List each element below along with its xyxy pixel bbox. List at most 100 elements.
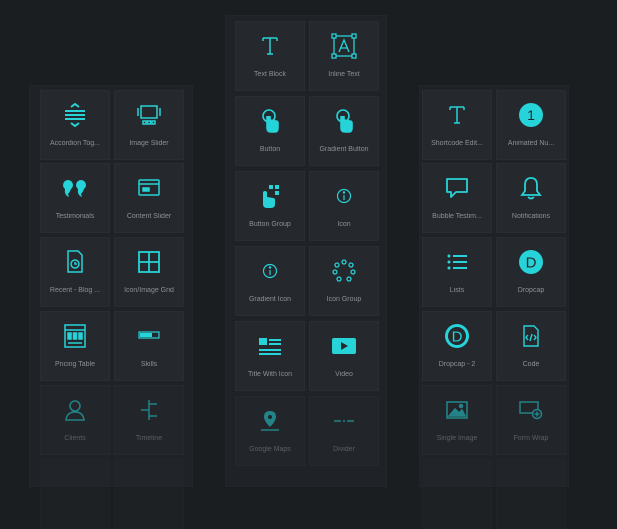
dropcap-icon: D [496,247,566,277]
dropcap-glyph: D [526,255,537,272]
image-icon [422,395,492,425]
blog-post-icon [40,247,110,277]
widget-accordion-toggle[interactable]: Accordion Tog... [40,90,110,160]
widget-label: Bubble Testim... [432,213,482,220]
widget-animated-number[interactable]: 1 Animated Nu... [496,90,566,160]
content-slider-icon [114,173,184,203]
widget-title-with-icon[interactable]: Title With Icon [235,321,305,391]
widget-partial[interactable] [114,459,184,529]
widget-label: Content Slider [126,213,172,220]
widget-dropcap[interactable]: D Dropcap [496,237,566,307]
widget-label: Lists [449,287,465,294]
widget-content-slider[interactable]: Content Slider [114,163,184,233]
image-slider-icon [114,100,184,130]
widget-skills[interactable]: Skills [114,311,184,381]
widget-icon-image-grid[interactable]: Icon/Image Grid [114,237,184,307]
timeline-icon [114,395,184,425]
button-group-icon [235,181,305,211]
form-icon [496,395,566,425]
accordion-icon [40,100,110,130]
chat-bubble-icon [422,173,492,203]
widget-image-slider[interactable]: Image Slider [114,90,184,160]
pointer-icon [235,106,305,136]
widget-google-maps[interactable]: Google Maps [235,396,305,466]
widget-code[interactable]: Code [496,311,566,381]
widget-label: Icon/Image Grid [124,287,174,294]
pricing-table-icon [40,321,110,351]
widget-timeline[interactable]: Timeline [114,385,184,455]
widget-label: Title With Icon [247,371,293,378]
info-icon [309,181,379,211]
skills-icon [114,321,184,351]
widget-button-group[interactable]: Button Group [235,171,305,241]
widget-notifications[interactable]: Notifications [496,163,566,233]
inline-text-icon [309,31,379,61]
widget-label: Animated Nu... [507,140,555,147]
widget-label: Form Wrap [513,435,549,442]
clients-icon [40,395,110,425]
widget-label: Dropcap - 2 [438,361,476,368]
widget-video[interactable]: Video [309,321,379,391]
widget-label: Video [335,371,353,378]
widget-label: Gradient Icon [248,296,292,303]
widget-label: Testimonials [55,213,95,220]
animated-number-icon: 1 [496,100,566,130]
video-play-icon [309,331,379,361]
widget-icon[interactable]: Icon [309,171,379,241]
dropcap-outline-icon: D [422,321,492,351]
bell-icon [496,173,566,203]
widget-label: Google Maps [249,446,291,453]
widget-label: Inline Text [328,71,360,78]
widget-bubble-testimonials[interactable]: Bubble Testim... [422,163,492,233]
widget-text-block[interactable]: Text Block [235,21,305,91]
widget-gradient-icon[interactable]: Gradient Icon [235,246,305,316]
widget-label: Text Block [254,71,286,78]
widget-label: Notifications [511,213,551,220]
animated-number-glyph: 1 [527,107,535,123]
widget-label: Timeline [135,435,163,442]
dropcap-2-glyph: D [452,329,463,346]
widget-label: Recent - Blog ... [49,287,101,294]
widget-divider[interactable]: Divider [309,396,379,466]
widget-testimonials[interactable]: Testimonials [40,163,110,233]
info-icon [235,256,305,286]
widget-dropcap-2[interactable]: D Dropcap - 2 [422,311,492,381]
widget-shortcode-editor[interactable]: Shortcode Edit... [422,90,492,160]
widget-inline-text[interactable]: Inline Text [309,21,379,91]
widget-label: Button Group [249,221,291,228]
widget-label: Icon Group [326,296,362,303]
widget-label: Single Image [436,435,478,442]
divider-icon [309,406,379,436]
widget-icon-group[interactable]: Icon Group [309,246,379,316]
widget-gradient-button[interactable]: Gradient Button [309,96,379,166]
grid-icon [114,247,184,277]
widget-label: Button [259,146,281,153]
widget-single-image[interactable]: Single Image [422,385,492,455]
title-with-icon-icon [235,331,305,361]
widget-label: Dropcap [517,287,545,294]
widget-label: Icon [337,221,351,228]
widget-label: Divider [333,446,355,453]
widget-label: Pricing Table [55,361,95,368]
widget-partial[interactable] [40,459,110,529]
widget-label: Skills [140,361,158,368]
widget-label: Image Slider [129,140,169,147]
widget-clients[interactable]: Clients [40,385,110,455]
widget-partial[interactable] [496,459,566,529]
widget-pricing-table[interactable]: Pricing Table [40,311,110,381]
widget-form-wrap[interactable]: Form Wrap [496,385,566,455]
text-icon [422,100,492,130]
widget-button[interactable]: Button [235,96,305,166]
widget-recent-blog[interactable]: Recent - Blog ... [40,237,110,307]
quote-icon [40,173,110,203]
widget-partial[interactable] [422,459,492,529]
pointer-icon [309,106,379,136]
widget-label: Clients [64,435,86,442]
list-icon [422,247,492,277]
widget-lists[interactable]: Lists [422,237,492,307]
code-file-icon [496,321,566,351]
text-icon [235,31,305,61]
widget-label: Gradient Button [319,146,369,153]
widget-label: Code [522,361,540,368]
map-pin-icon [235,406,305,436]
